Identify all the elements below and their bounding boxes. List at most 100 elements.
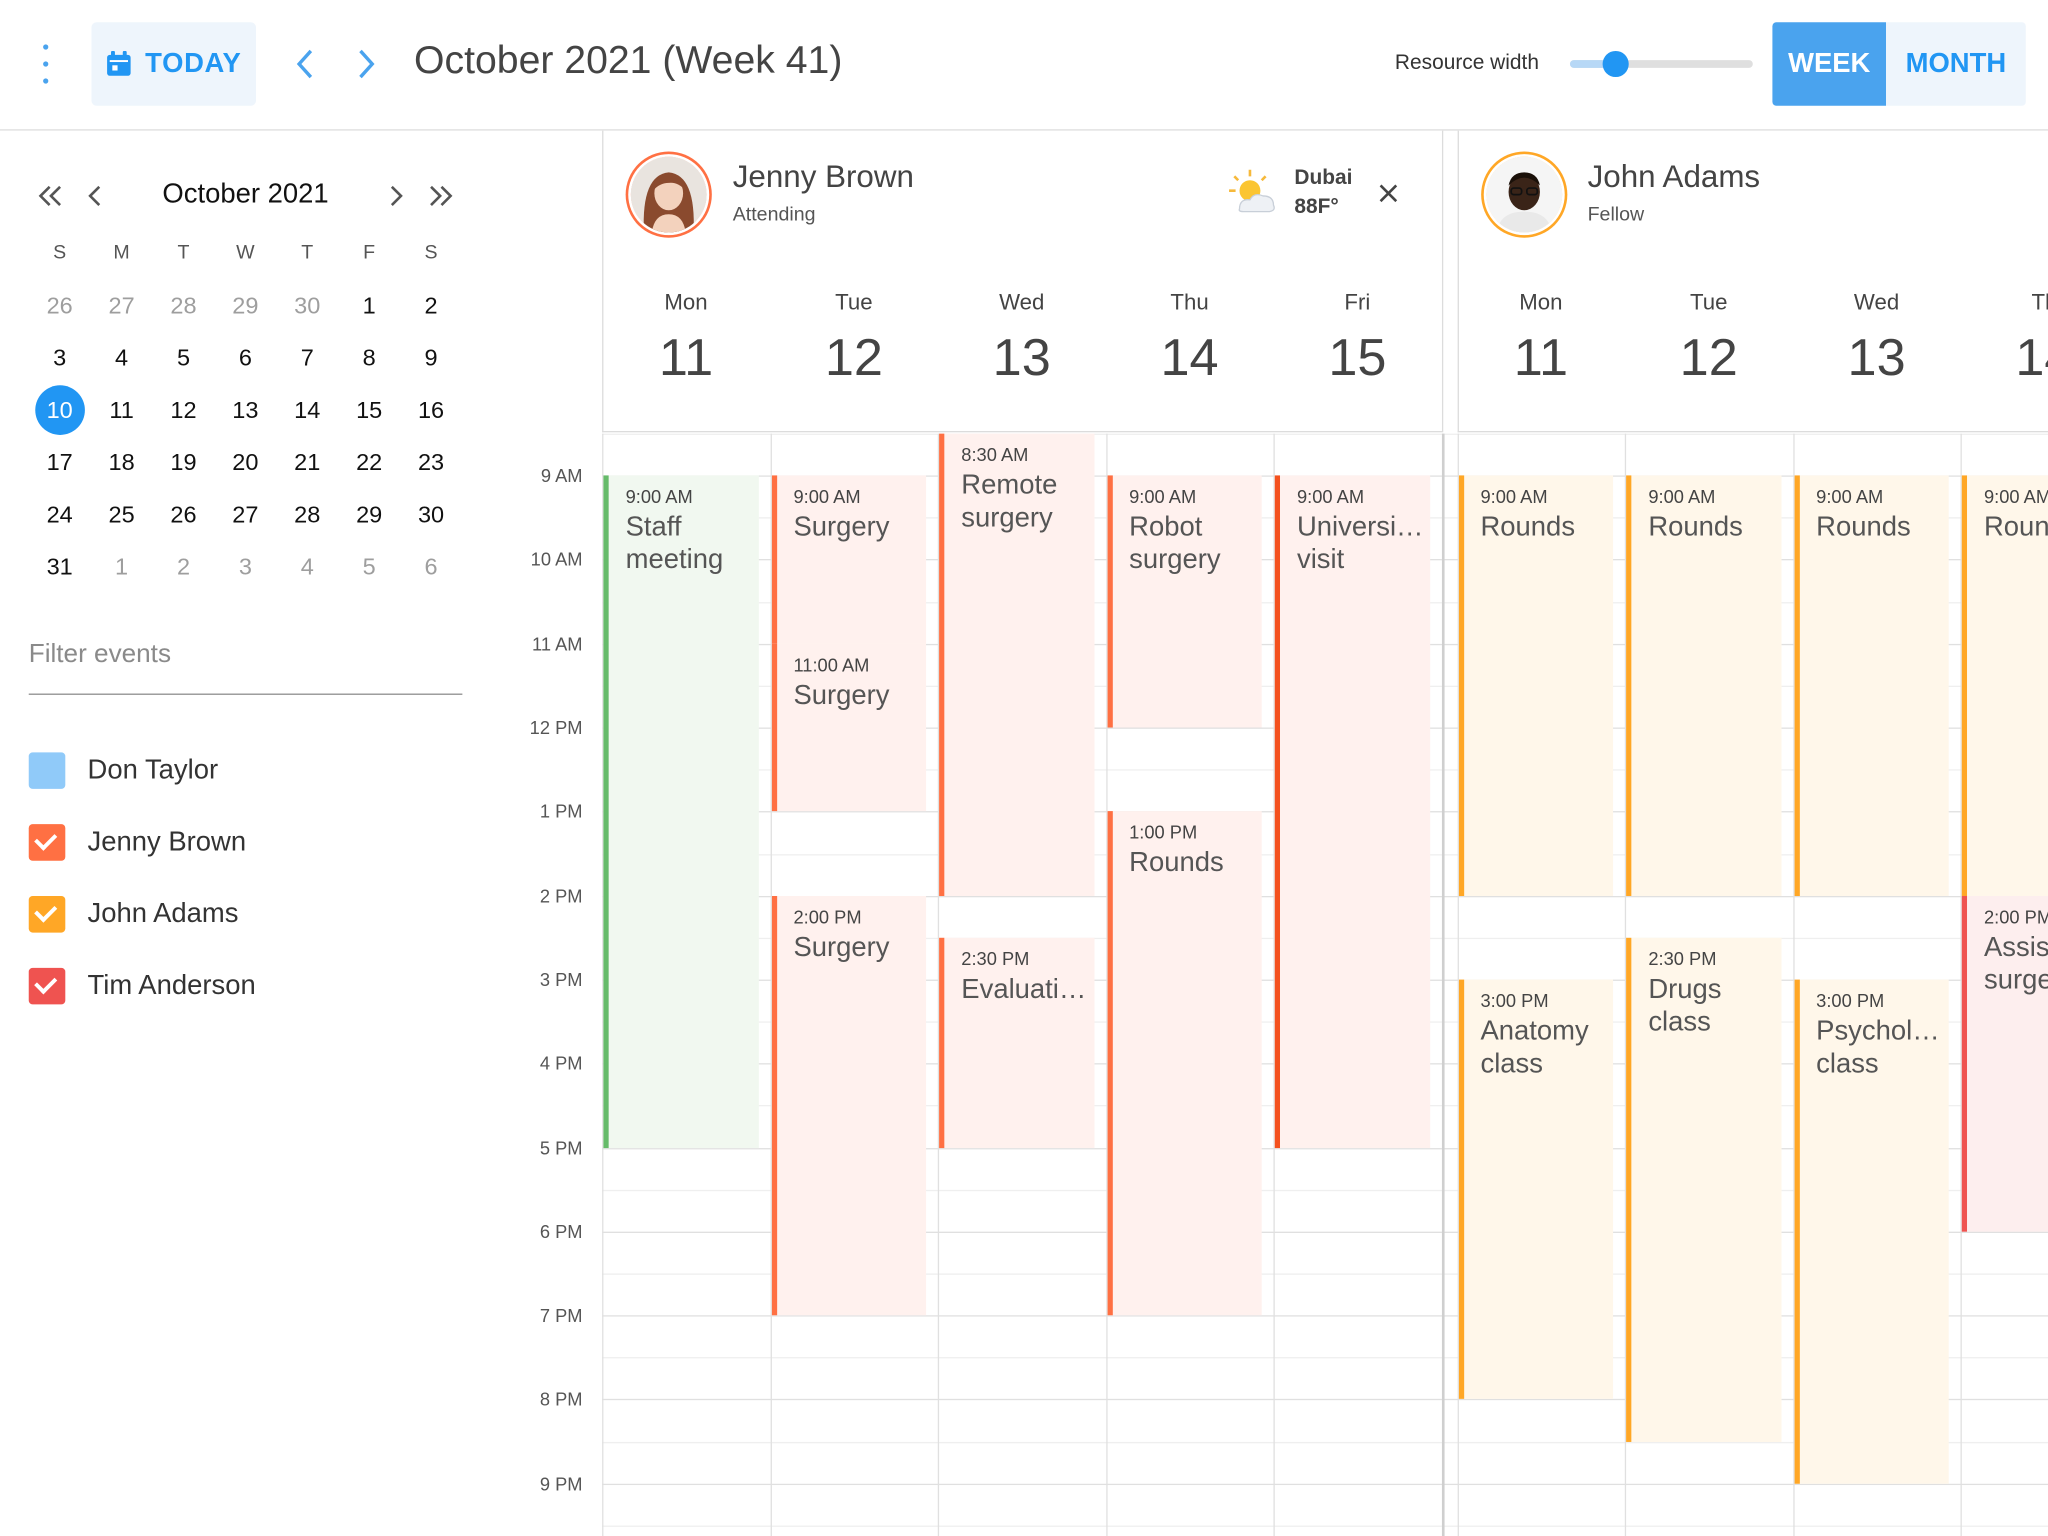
day-header[interactable]: Tue 12	[1625, 287, 1793, 388]
mini-calendar-day[interactable]: 24	[29, 488, 91, 540]
event-time: 3:00 PM	[1480, 989, 1549, 1011]
day-number: 14	[294, 396, 321, 423]
event[interactable]: 3:00 PM Anatomy class	[1458, 979, 1614, 1400]
checkbox-checked[interactable]	[28, 823, 66, 861]
mini-calendar-day[interactable]: 30	[400, 488, 462, 540]
mini-calendar-day[interactable]: 21	[276, 436, 338, 488]
filter-events-input[interactable]	[28, 626, 463, 682]
mini-calendar-day[interactable]: 14	[276, 384, 338, 436]
event-title: Staff meeting	[625, 512, 724, 575]
mini-calendar-day[interactable]: 9	[400, 332, 462, 384]
mini-calendar-day[interactable]: 3	[214, 541, 276, 593]
mini-calendar-day[interactable]: 27	[91, 280, 153, 332]
event[interactable]: 11:00 AM Surgery	[771, 643, 927, 812]
day-header[interactable]: Wed 13	[938, 287, 1106, 388]
mini-calendar-day[interactable]: 16	[400, 384, 462, 436]
mini-calendar-day[interactable]: 31	[29, 541, 91, 593]
event[interactable]: 2:00 PM Surgery	[771, 895, 927, 1316]
event[interactable]: 9:00 AM Robot surgery	[1106, 475, 1262, 728]
mini-calendar-day-selected[interactable]: 10	[29, 384, 91, 436]
grid-line	[602, 433, 2048, 435]
resource-width-slider[interactable]	[1569, 50, 1753, 79]
mini-calendar-day[interactable]: 22	[338, 436, 400, 488]
event[interactable]: 9:00 AM Universi… visit	[1274, 475, 1430, 1148]
double-chevron-right-icon[interactable]	[421, 175, 460, 217]
month-view-button[interactable]: MONTH	[1886, 22, 2026, 106]
mini-calendar-day[interactable]: 30	[276, 280, 338, 332]
mini-calendar-day[interactable]: 5	[338, 541, 400, 593]
day-header[interactable]: Mon 11	[1457, 287, 1625, 388]
checkbox-checked[interactable]	[28, 967, 66, 1004]
day-of-week: Tue	[1689, 289, 1728, 315]
event[interactable]: 9:00 AM Rounds	[1961, 475, 2048, 896]
day-header[interactable]: Th 14	[1960, 287, 2048, 388]
mini-calendar-day[interactable]: 13	[214, 384, 276, 436]
slider-thumb[interactable]	[1602, 50, 1629, 78]
mini-calendar-day[interactable]: 26	[29, 280, 91, 332]
mini-calendar-day[interactable]: 3	[29, 332, 91, 384]
mini-calendar-day[interactable]: 6	[400, 541, 462, 593]
mini-calendar-day[interactable]: 29	[214, 280, 276, 332]
day-header[interactable]: Fri 15	[1273, 287, 1441, 388]
time-label: 11 AM	[532, 633, 583, 655]
mini-calendar-day[interactable]: 18	[91, 436, 153, 488]
event[interactable]: 2:30 PM Evaluati…	[939, 937, 1094, 1148]
checkbox-unchecked[interactable]	[28, 751, 66, 789]
day-header[interactable]: Wed 13	[1793, 287, 1961, 388]
mini-calendar-day[interactable]: 2	[153, 541, 215, 593]
resource-filter-item[interactable]: Tim Anderson	[28, 950, 463, 1022]
close-icon[interactable]	[1373, 178, 1404, 209]
checkbox-checked[interactable]	[28, 895, 66, 932]
event[interactable]: 1:00 PM Rounds	[1106, 811, 1262, 1316]
resource-filter-item[interactable]: Don Taylor	[28, 734, 463, 806]
mini-calendar-day[interactable]: 8	[338, 332, 400, 384]
mini-calendar-day[interactable]: 15	[338, 384, 400, 436]
mini-calendar-day[interactable]: 23	[400, 436, 462, 488]
day-header[interactable]: Mon 11	[602, 287, 770, 388]
week-view-button[interactable]: WEEK	[1772, 22, 1887, 106]
day-number: 15	[356, 396, 383, 423]
mini-calendar-day[interactable]: 1	[338, 280, 400, 332]
chevron-right-icon[interactable]	[346, 39, 385, 89]
time-label: 5 PM	[539, 1137, 583, 1158]
avatar	[630, 156, 707, 233]
event[interactable]: 3:00 PM Psychol… class	[1793, 979, 1949, 1484]
mini-calendar-day[interactable]: 1	[91, 541, 153, 593]
event[interactable]: 9:00 AM Rounds	[1458, 475, 1614, 896]
mini-calendar-day[interactable]: 6	[214, 332, 276, 384]
event[interactable]: 8:30 AM Remote surgery	[939, 433, 1094, 896]
mini-calendar-day[interactable]: 7	[276, 332, 338, 384]
mini-calendar-day[interactable]: 5	[153, 332, 215, 384]
mini-calendar-day[interactable]: 26	[153, 488, 215, 540]
mini-calendar-day[interactable]: 28	[276, 488, 338, 540]
day-header[interactable]: Tue 12	[770, 287, 938, 388]
mini-calendar-day[interactable]: 11	[91, 384, 153, 436]
mini-calendar-day[interactable]: 4	[91, 332, 153, 384]
mini-calendar-day[interactable]: 27	[214, 488, 276, 540]
more-menu-icon[interactable]	[31, 44, 60, 84]
chevron-right-icon[interactable]	[376, 175, 415, 217]
resource-filter-item[interactable]: John Adams	[28, 878, 463, 950]
mini-calendar-day[interactable]: 29	[338, 488, 400, 540]
mini-calendar-day[interactable]: 12	[153, 384, 215, 436]
time-label: 9 AM	[540, 465, 583, 487]
event[interactable]: 2:00 PM Assist surgery	[1961, 895, 2048, 1232]
day-header[interactable]: Thu 14	[1106, 287, 1274, 388]
event[interactable]: 9:00 AM Surgery	[771, 475, 927, 644]
event[interactable]: 9:00 AM Rounds	[1793, 475, 1949, 896]
day-number: 2	[176, 553, 191, 580]
resource-filter-item[interactable]: Jenny Brown	[28, 806, 463, 878]
mini-calendar-day[interactable]: 2	[400, 280, 462, 332]
chevron-left-icon[interactable]	[286, 39, 325, 89]
event[interactable]: 2:30 PM Drugs class	[1626, 937, 1781, 1442]
today-button[interactable]: TODAY	[91, 22, 256, 106]
mini-calendar-day[interactable]: 28	[153, 280, 215, 332]
mini-calendar-day[interactable]: 25	[91, 488, 153, 540]
event[interactable]: 9:00 AM Staff meeting	[603, 475, 759, 1148]
mini-calendar-day[interactable]: 20	[214, 436, 276, 488]
day-number: 6	[238, 344, 252, 371]
event[interactable]: 9:00 AM Rounds	[1626, 475, 1781, 896]
mini-calendar-day[interactable]: 17	[29, 436, 91, 488]
mini-calendar-day[interactable]: 19	[153, 436, 215, 488]
mini-calendar-day[interactable]: 4	[276, 541, 338, 593]
